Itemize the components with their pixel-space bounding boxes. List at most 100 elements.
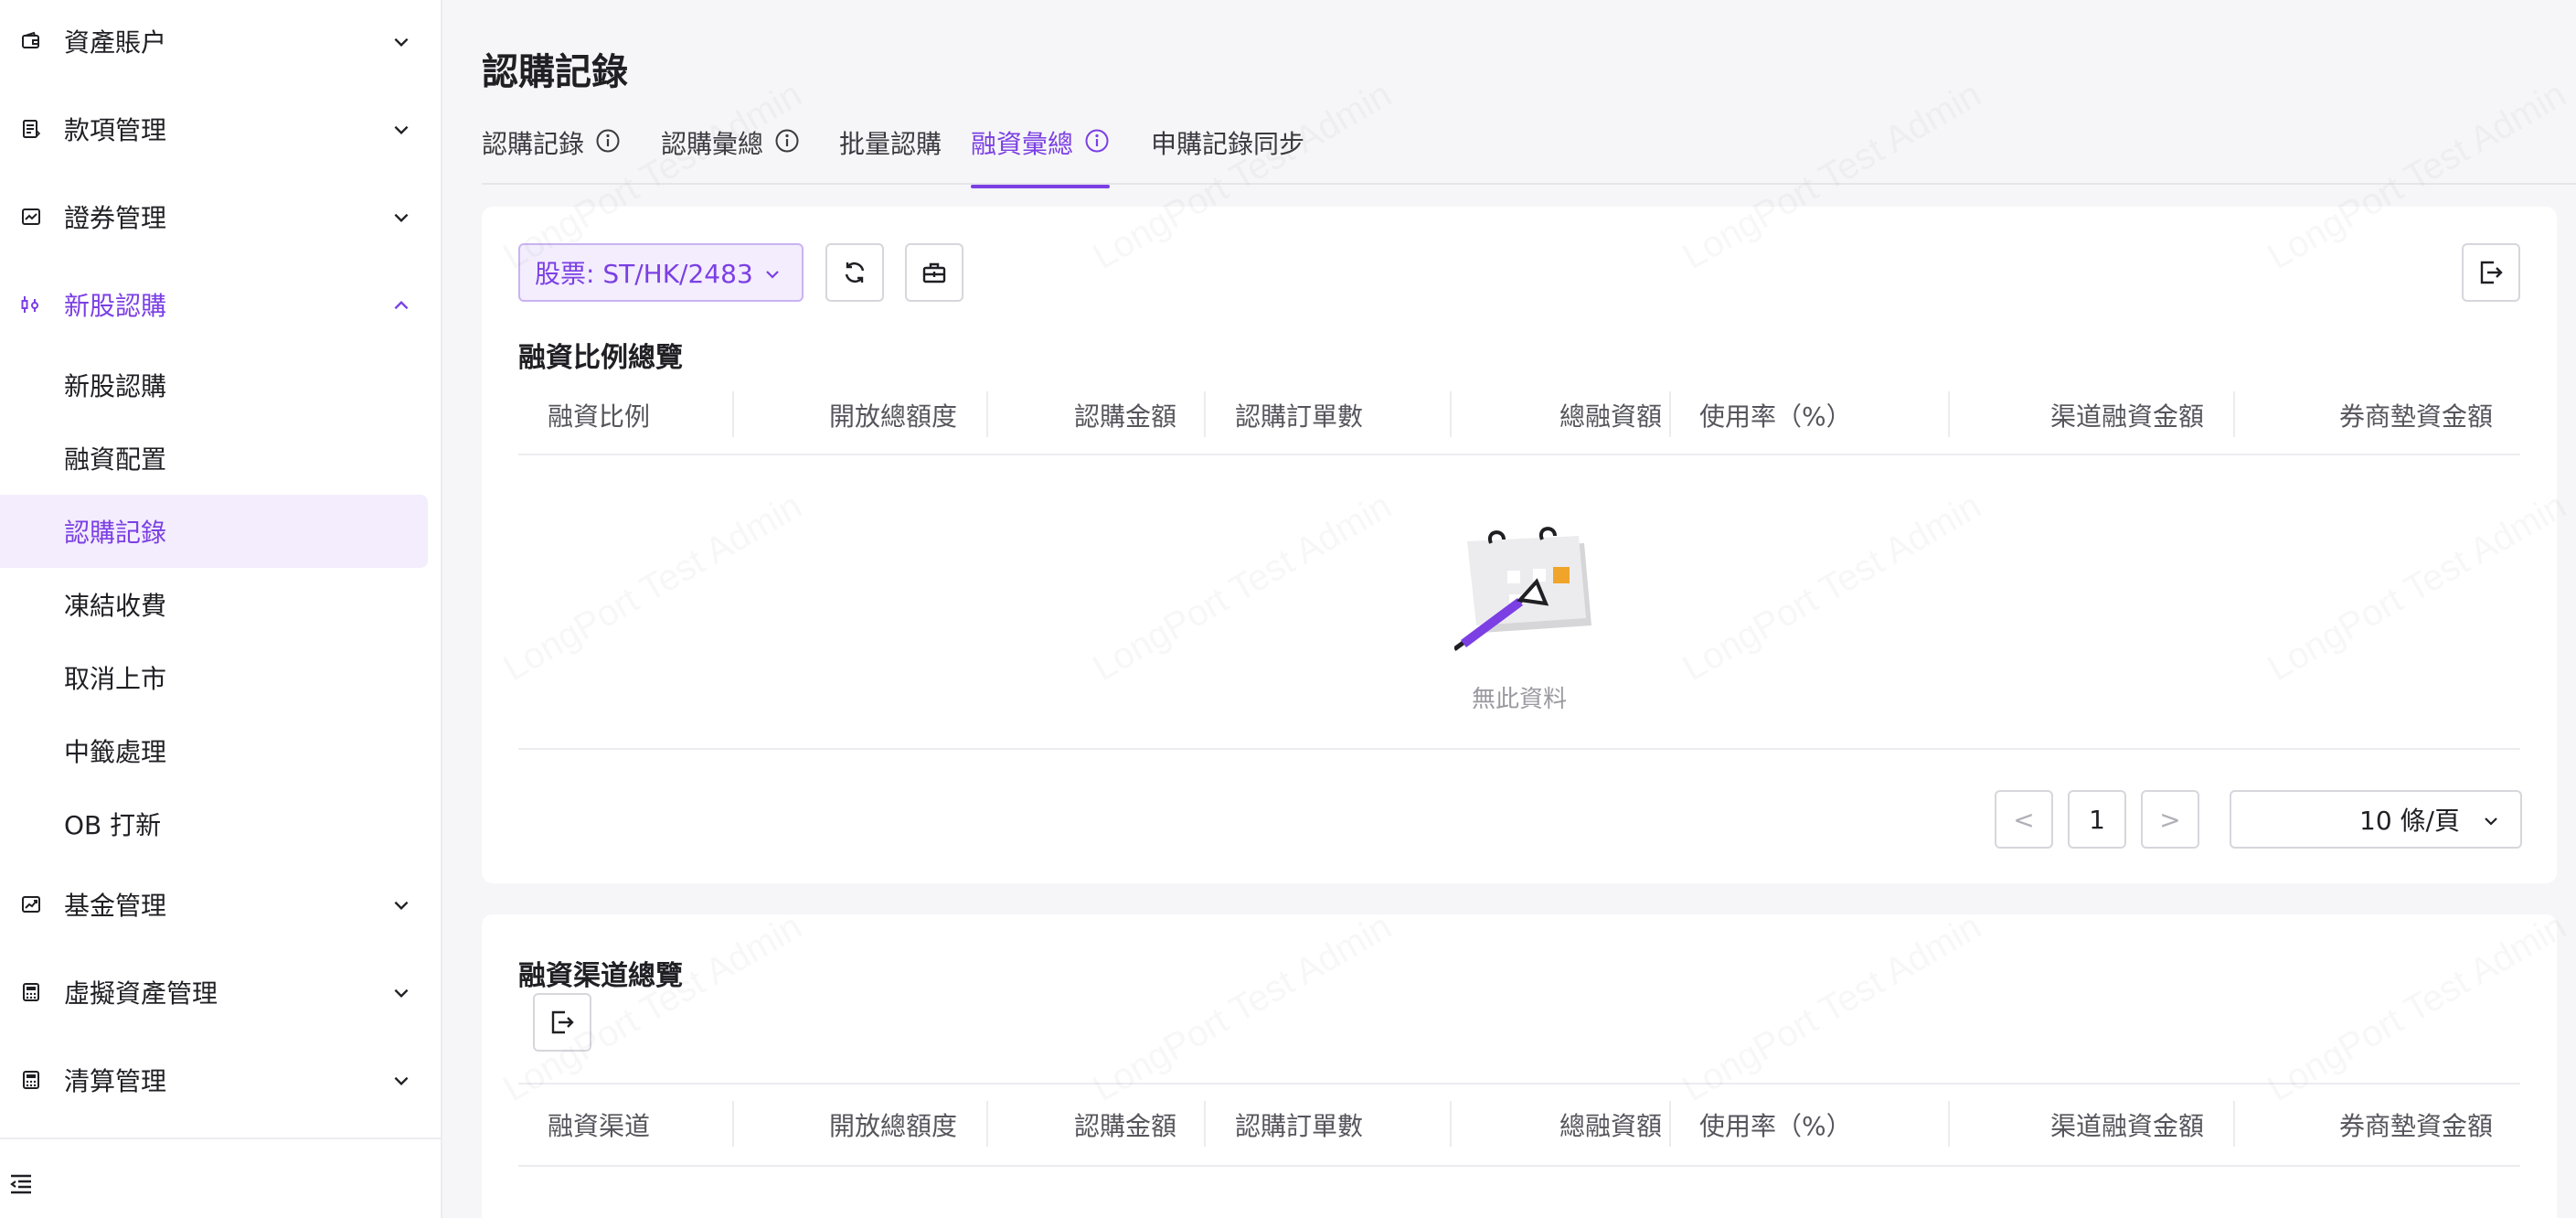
chevron-down-icon xyxy=(394,901,409,911)
menu-group-securities[interactable]: 證券管理 xyxy=(0,180,442,253)
sidebar-item-label: 新股認購 xyxy=(64,371,167,401)
menu-group-label: 清算管理 xyxy=(64,1066,167,1096)
column-header: 開放總額度 xyxy=(828,401,957,432)
tab-label: 批量認購 xyxy=(839,129,942,159)
column-divider xyxy=(1204,391,1206,437)
tab-label: 融資彙總 xyxy=(971,129,1074,159)
current-page: 1 xyxy=(2089,804,2105,835)
securities-icon xyxy=(22,208,40,225)
sidebar-item-label: OB 打新 xyxy=(64,810,162,840)
menu-group-label: 資產賬户 xyxy=(64,27,167,58)
sidebar-item-label: 融資配置 xyxy=(64,444,167,475)
menu-group-label: 證券管理 xyxy=(64,203,167,233)
info-icon[interactable] xyxy=(595,128,621,154)
prev-page-button[interactable]: < xyxy=(1995,790,2053,849)
empty-notepad-icon xyxy=(1454,527,1591,652)
info-icon[interactable] xyxy=(1084,128,1110,154)
menu-group-label: 基金管理 xyxy=(64,891,167,921)
sidebar-divider xyxy=(0,1138,442,1139)
table-header-financing-ratio: 融資比例 開放總額度 認購金額 認購訂單數 總融資額 使用率（%） 渠道融資金額… xyxy=(518,375,2520,455)
menu-group-payments[interactable]: 款項管理 xyxy=(0,92,442,166)
sidebar-item-financing-config[interactable]: 融資配置 xyxy=(0,422,428,495)
chevron-down-icon xyxy=(394,988,409,999)
column-header: 融資比例 xyxy=(548,401,651,432)
chevron-down-icon xyxy=(766,271,779,279)
section-title-financing-ratio: 融資比例總覽 xyxy=(518,342,683,374)
column-header: 開放總額度 xyxy=(828,1111,957,1141)
sidebar-item-ob-ipo[interactable]: OB 打新 xyxy=(0,787,428,860)
tab-financing-summary[interactable]: 融資彙總 xyxy=(971,124,1111,188)
column-header: 總融資額 xyxy=(1559,1111,1662,1141)
menu-group-label: 款項管理 xyxy=(64,115,167,145)
page-title: 認購記錄 xyxy=(482,51,628,93)
sidebar-item-label: 取消上市 xyxy=(64,664,167,694)
financing-channel-card: 融資渠道總覽 融資渠道 開放總額度 認購金額 認購訂單數 總融資額 使用率（%）… xyxy=(482,914,2557,1218)
column-header: 使用率（%） xyxy=(1699,401,1852,432)
section-title-financing-channel: 融資渠道總覽 xyxy=(518,960,683,992)
column-header: 渠道融資金額 xyxy=(2049,1111,2204,1141)
sidebar: 資產賬户 款項管理 證券管理 新股認購 新股認購 融資配置 認購記錄 凍結收費 … xyxy=(0,0,442,1218)
tab-record-sync[interactable]: 申購記錄同步 xyxy=(1151,124,1304,183)
chevron-down-icon xyxy=(394,125,409,135)
ipo-icon xyxy=(21,296,38,313)
tab-bar: 認購記錄 認購彙總 批量認購 融資彙總 申購記錄同步 xyxy=(482,119,2576,188)
empty-state: 無此資料 xyxy=(518,465,2520,750)
tab-subscription-records[interactable]: 認購記錄 xyxy=(482,124,621,183)
sidebar-item-label: 中籤處理 xyxy=(64,737,167,767)
menu-group-virtual-assets[interactable]: 虛擬資產管理 xyxy=(0,956,442,1029)
tab-label: 認購彙總 xyxy=(661,129,764,159)
tab-label: 認購記錄 xyxy=(482,129,585,159)
menu-group-label: 虛擬資產管理 xyxy=(64,978,218,1009)
column-header: 認購訂單數 xyxy=(1235,1111,1364,1141)
sidebar-item-label: 凍結收費 xyxy=(64,591,167,621)
column-divider xyxy=(1669,391,1671,437)
export-button[interactable] xyxy=(2462,243,2520,302)
column-header: 融資渠道 xyxy=(548,1111,651,1141)
sidebar-item-allotment-processing[interactable]: 中籤處理 xyxy=(0,714,428,787)
column-header: 渠道融資金額 xyxy=(2049,401,2204,432)
sidebar-item-subscription-records[interactable]: 認購記錄 xyxy=(0,495,428,568)
next-page-button[interactable]: > xyxy=(2141,790,2199,849)
tab-batch-subscription[interactable]: 批量認購 xyxy=(839,124,942,183)
chevron-down-icon xyxy=(394,37,409,48)
menu-group-asset-accounts[interactable]: 資產賬户 xyxy=(0,5,442,78)
menu-group-funds[interactable]: 基金管理 xyxy=(0,868,442,941)
page-number-button[interactable]: 1 xyxy=(2068,790,2126,849)
wallet-icon xyxy=(22,31,39,48)
sidebar-item-label: 認購記錄 xyxy=(64,518,167,548)
chevron-down-icon xyxy=(394,213,409,223)
ledger-icon xyxy=(23,120,41,138)
column-header: 券商墊資金額 xyxy=(2338,1111,2493,1141)
export-icon xyxy=(2480,261,2503,284)
table-header-financing-channel: 融資渠道 開放總額度 認購金額 認購訂單數 總融資額 使用率（%） 渠道融資金額… xyxy=(518,1083,2520,1167)
empty-state-text: 無此資料 xyxy=(1471,686,1567,713)
page-size-select[interactable]: 10 條/頁 xyxy=(2230,790,2522,849)
refresh-button[interactable] xyxy=(825,243,884,302)
stock-select[interactable]: 股票: ST/HK/2483 xyxy=(518,243,804,302)
clear-button[interactable] xyxy=(905,243,963,302)
column-header: 認購金額 xyxy=(1073,401,1176,432)
fund-chart-icon xyxy=(22,896,40,913)
column-divider xyxy=(1669,1101,1671,1147)
column-header: 總融資額 xyxy=(1559,401,1662,432)
chevron-down-icon xyxy=(2485,817,2497,826)
tab-subscription-summary[interactable]: 認購彙總 xyxy=(661,124,800,183)
sidebar-item-freeze-charges[interactable]: 凍結收費 xyxy=(0,568,428,641)
column-header: 認購訂單數 xyxy=(1235,401,1364,432)
menu-group-clearing[interactable]: 清算管理 xyxy=(0,1043,442,1116)
sidebar-item-ipo-subscribe[interactable]: 新股認購 xyxy=(0,348,428,422)
calculator-icon xyxy=(23,983,39,1001)
page-size-value: 10 條/頁 xyxy=(2359,806,2460,836)
sidebar-item-cancel-listing[interactable]: 取消上市 xyxy=(0,641,428,714)
chevron-right-icon: > xyxy=(2159,804,2181,835)
collapse-sidebar-icon[interactable] xyxy=(7,1170,35,1198)
info-icon[interactable] xyxy=(774,128,800,154)
export-button[interactable] xyxy=(533,993,591,1052)
toolbox-icon xyxy=(922,262,946,283)
column-header: 認購金額 xyxy=(1073,1111,1176,1141)
tab-label: 申購記錄同步 xyxy=(1151,129,1305,159)
calculator-icon xyxy=(23,1071,39,1089)
financing-ratio-card: 股票: ST/HK/2483 融資比例總覽 融資比例 開放總額度 認購金額 認購… xyxy=(482,207,2557,883)
column-divider xyxy=(1204,1101,1206,1147)
menu-group-ipo[interactable]: 新股認購 xyxy=(0,268,442,341)
